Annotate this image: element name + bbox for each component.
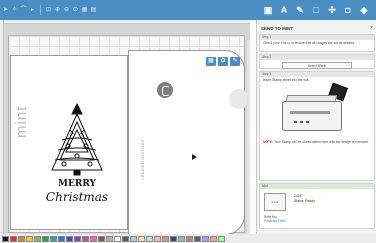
vertical-scrollbar[interactable] (247, 40, 250, 234)
mat-toolset: ▦ ✿ ✎ (206, 57, 240, 66)
close-icon[interactable]: × (370, 25, 373, 31)
step-1-text: Check your Stamp to ensure that all imag… (263, 41, 355, 45)
draw-icon[interactable]: ✎ (295, 5, 305, 15)
color-swatch[interactable] (98, 235, 105, 242)
purchase-refill-link[interactable]: Purchase Refill (264, 219, 285, 223)
step-1-section: Step 1 Check your Stamp to ensure that a… (259, 34, 375, 52)
design-word-merry: MERRY (58, 179, 97, 189)
color-swatch[interactable] (58, 235, 65, 242)
top-ruler (0, 20, 250, 24)
stamp-holder-tab (128, 50, 249, 234)
top-toolbar: ➤ ✧ ⌒ ▸ ⊡ ⊕ ⊖ ⊙ ▦ ▤ ▣ A ✎ □ ✣ ◘ ◆ (0, 0, 376, 20)
zoom-out-icon[interactable]: ⊖ (63, 7, 70, 14)
side-caption: CREATED WITH MINT (140, 138, 145, 180)
color-swatch[interactable] (74, 235, 81, 242)
color-swatch[interactable] (178, 235, 185, 242)
zoom-in-icon[interactable]: ⊕ (54, 7, 61, 14)
design-word-christmas: Christmas (46, 190, 108, 204)
color-swatch[interactable] (162, 235, 169, 242)
color-swatch[interactable] (34, 235, 41, 242)
color-swatch[interactable] (50, 235, 57, 242)
grid-icon[interactable]: ▦ (81, 7, 88, 14)
align-icon[interactable]: ▤ (90, 7, 97, 14)
mint-logo-icon (157, 82, 173, 98)
color-swatch[interactable] (90, 235, 97, 242)
color-swatch[interactable] (18, 235, 25, 242)
zoom-page-icon[interactable]: ⊙ (72, 7, 79, 14)
select-blank-button[interactable]: Select Blank (282, 62, 352, 69)
color-swatch[interactable] (138, 235, 145, 242)
pointer-icon[interactable]: ➤ (2, 7, 9, 14)
color-swatch[interactable] (82, 235, 89, 242)
tab-notch (229, 89, 249, 109)
color-swatch[interactable] (42, 235, 49, 242)
color-swatch[interactable] (194, 235, 201, 242)
mint-watermark: mint (13, 105, 30, 138)
color-swatch[interactable] (114, 235, 121, 242)
insert-arrow-icon (192, 154, 197, 160)
text-icon[interactable]: A (279, 5, 289, 15)
toolbar-right-group: ▣ A ✎ □ ✣ ◘ ◆ (256, 0, 376, 20)
toolbar-separator (40, 5, 41, 15)
color-swatch[interactable] (210, 235, 217, 242)
zoom-fit-icon[interactable]: ⊡ (45, 7, 52, 14)
shapes-icon[interactable]: □ (311, 5, 321, 15)
left-ruler (0, 20, 4, 234)
printer-body (282, 101, 342, 132)
stamp-info: 2424 Status: Ready (294, 194, 315, 203)
color-swatch[interactable] (66, 235, 73, 242)
mat-settings-icon[interactable]: ✿ (218, 57, 228, 66)
mint-status-header: Mint (260, 184, 374, 189)
node-edit-icon[interactable]: ✧ (11, 7, 18, 14)
mint-printer-illustration (260, 83, 374, 139)
trace-icon[interactable]: ✣ (327, 5, 337, 15)
arrow-icon[interactable]: ▸ (29, 7, 36, 14)
printer-leds (294, 121, 309, 124)
mint-icon[interactable]: ◘ (343, 5, 353, 15)
color-swatch[interactable] (202, 235, 209, 242)
note-text: NOTE: Your Stamp will be stored within m… (263, 140, 369, 145)
color-swatch[interactable] (146, 235, 153, 242)
step-2-header: Step 2 (260, 55, 374, 60)
refill-info: Refill link Purchase Refill (264, 215, 286, 224)
toolbar-left-group: ➤ ✧ ⌒ ▸ ⊡ ⊕ ⊖ ⊙ ▦ ▤ (2, 0, 97, 20)
color-swatch[interactable] (106, 235, 113, 242)
mint-status-section: Mint 2424 2424 Status: Ready Refill link… (259, 183, 375, 229)
stamp-status: Status: Ready (294, 198, 316, 203)
color-swatch[interactable] (130, 235, 137, 242)
panel-title: SEND TO MINT (261, 26, 294, 31)
color-swatch[interactable] (186, 235, 193, 242)
mat-view-icon[interactable]: ▦ (206, 57, 216, 66)
color-swatch[interactable] (170, 235, 177, 242)
color-swatch[interactable] (2, 235, 9, 242)
design-workspace[interactable]: CREATED WITH MINT mint MERRY Christmas ▦… (0, 20, 250, 234)
step-3-section: Step 3 Insert Stamp sheet into the slot.… (259, 71, 375, 181)
color-swatch[interactable] (218, 235, 225, 242)
color-swatch[interactable] (154, 235, 161, 242)
printer-slot (290, 111, 330, 115)
send-icon[interactable]: ◆ (359, 5, 369, 15)
curve-icon[interactable]: ⌒ (20, 7, 27, 14)
stamp-link[interactable]: Stamp (281, 41, 291, 45)
color-swatch[interactable] (122, 235, 129, 242)
christmas-tree-design[interactable]: MERRY Christmas (32, 100, 122, 210)
color-swatch[interactable] (10, 235, 17, 242)
mat-edit-icon[interactable]: ✎ (230, 57, 240, 66)
step-2-section: Step 2 Select Blank (259, 54, 375, 69)
design-icon[interactable]: ▣ (263, 5, 273, 15)
color-swatch-bar (0, 234, 376, 243)
stamp-thumbnail[interactable]: 2424 (264, 193, 286, 211)
send-to-mint-panel: SEND TO MINT × Step 1 Check your Stamp t… (256, 20, 376, 234)
color-swatch[interactable] (26, 235, 33, 242)
